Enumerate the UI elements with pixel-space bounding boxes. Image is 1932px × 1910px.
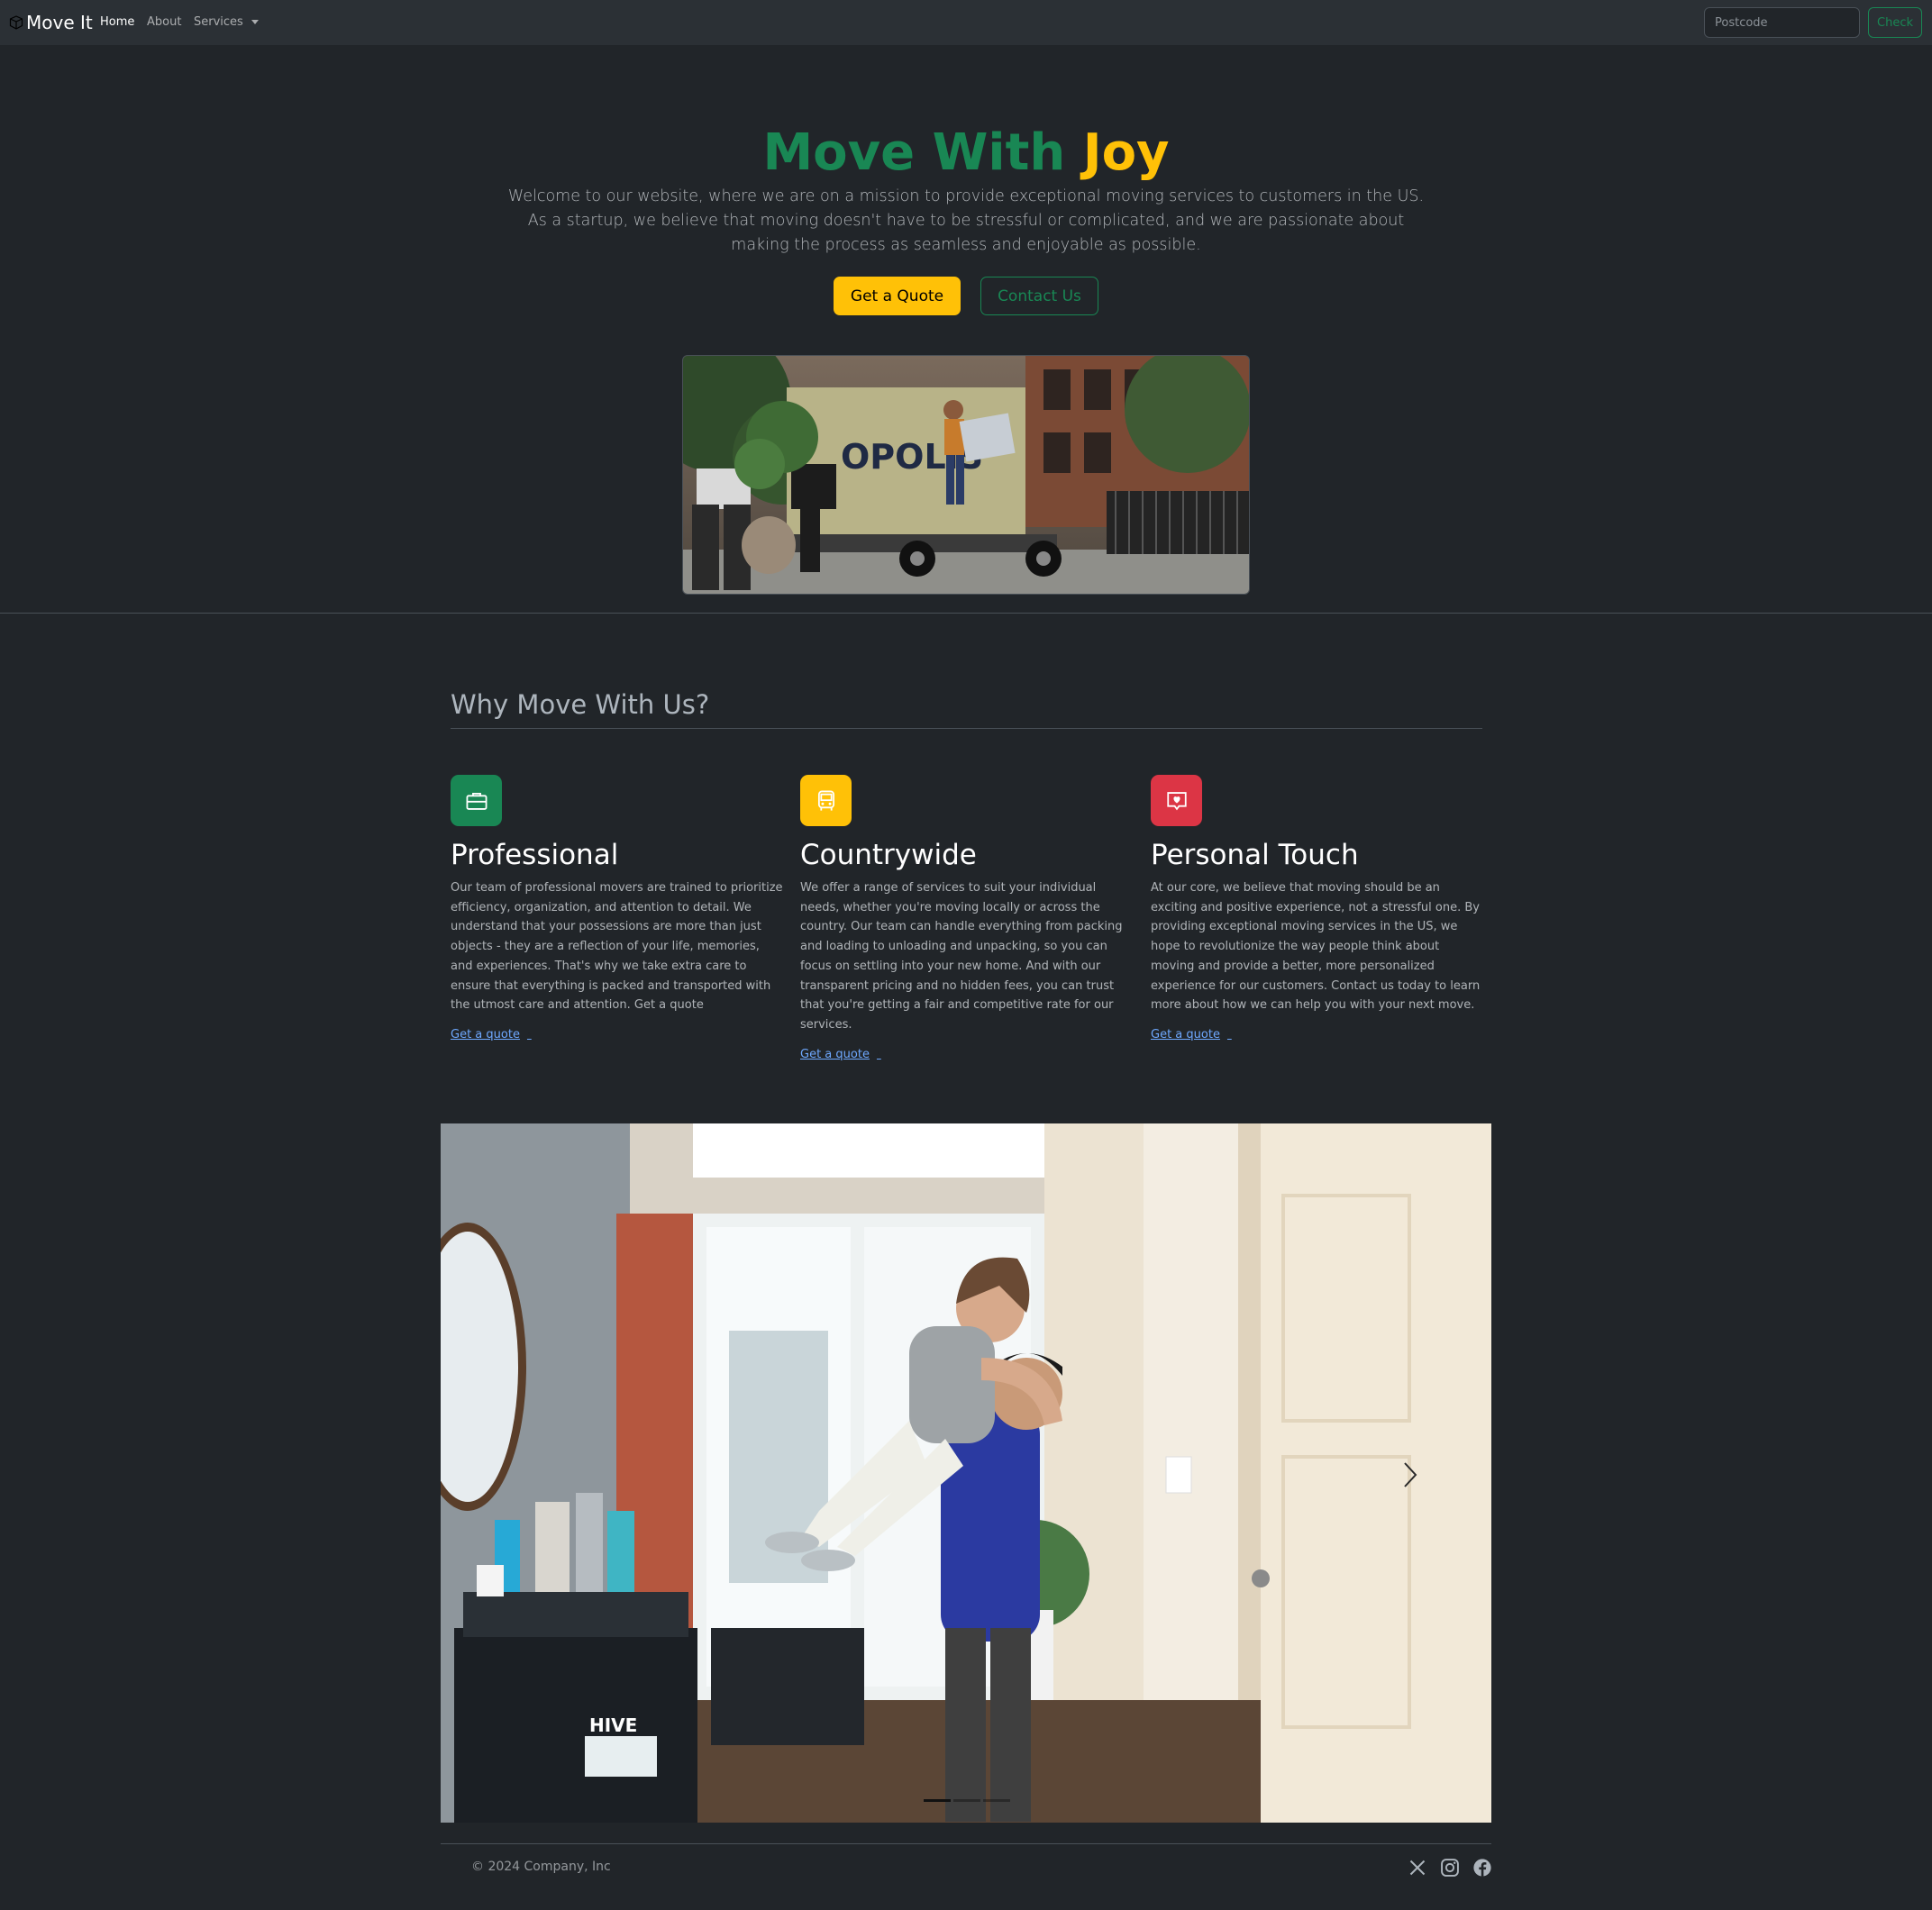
nav-home[interactable]: Home — [100, 15, 134, 29]
feature-title: Personal Touch — [1151, 839, 1359, 871]
navbar: Move It Home About Services Check — [0, 0, 1932, 45]
get-quote-link[interactable]: Get a quote › — [451, 1028, 532, 1041]
chat-heart-icon — [1151, 775, 1202, 826]
footer-divider — [441, 1843, 1491, 1844]
get-quote-link[interactable]: Get a quote › — [800, 1048, 881, 1061]
chevron-right-icon: › — [876, 1048, 881, 1061]
briefcase-icon — [451, 775, 502, 826]
hero-image: OPOLIS — [682, 355, 1250, 595]
brand-label: Move It — [26, 12, 93, 33]
brand[interactable]: Move It — [9, 12, 93, 33]
instagram-icon[interactable] — [1439, 1857, 1461, 1878]
features-title-rule — [451, 728, 1482, 729]
section-divider — [0, 613, 1932, 614]
check-button[interactable]: Check — [1868, 7, 1922, 38]
svg-text:HIVE: HIVE — [589, 1714, 637, 1736]
feature-title: Professional — [451, 839, 619, 871]
feature-countrywide: Countrywide We offer a range of services… — [800, 775, 1134, 1061]
facebook-icon[interactable] — [1472, 1857, 1493, 1878]
nav-services-label: Services — [194, 15, 243, 29]
carousel-indicator-3[interactable] — [983, 1799, 1010, 1802]
hero-title-green: Move With — [762, 123, 1066, 182]
copyright-text: © 2024 Company, Inc — [471, 1860, 611, 1874]
carousel-indicators — [924, 1799, 1010, 1802]
bus-icon — [800, 775, 852, 826]
moving-truck-photo: OPOLIS — [683, 356, 1249, 594]
features-title: Why Move With Us? — [451, 689, 710, 720]
carousel-indicator-2[interactable] — [953, 1799, 980, 1802]
carousel: HIVE — [441, 1123, 1491, 1823]
couple-hugging-photo: HIVE — [441, 1123, 1491, 1823]
nav-about[interactable]: About — [147, 15, 181, 29]
hero-lead: Welcome to our website, where we are on … — [507, 187, 1425, 254]
feature-personal-touch: Personal Touch At our core, we believe t… — [1151, 775, 1484, 1041]
get-quote-link-label: Get a quote — [800, 1047, 870, 1061]
chevron-right-icon: › — [1226, 1028, 1232, 1041]
feature-text: Our team of professional movers are trai… — [451, 881, 783, 1013]
get-quote-link[interactable]: Get a quote › — [1151, 1028, 1232, 1041]
hero-title-yellow: Joy — [1082, 123, 1170, 182]
postcode-input[interactable] — [1704, 7, 1860, 38]
feature-text: We offer a range of services to suit you… — [800, 881, 1123, 1032]
feature-text: At our core, we believe that moving shou… — [1151, 881, 1481, 1013]
get-quote-button[interactable]: Get a Quote — [834, 277, 961, 315]
caret-down-icon — [251, 20, 259, 24]
feature-title: Countrywide — [800, 839, 977, 871]
contact-us-button[interactable]: Contact Us — [980, 277, 1098, 315]
box-icon — [9, 15, 23, 30]
carousel-indicator-1[interactable] — [924, 1799, 951, 1802]
x-icon[interactable] — [1407, 1857, 1428, 1878]
get-quote-link-label: Get a quote — [451, 1027, 520, 1041]
get-quote-link-label: Get a quote — [1151, 1027, 1220, 1041]
feature-professional: Professional Our team of professional mo… — [451, 775, 784, 1041]
nav-services-dropdown[interactable]: Services — [194, 15, 259, 29]
carousel-next-button[interactable] — [1392, 1452, 1428, 1497]
hero-title: Move With Joy — [0, 122, 1932, 185]
chevron-right-icon: › — [526, 1028, 532, 1041]
chevron-right-icon — [1404, 1462, 1417, 1487]
